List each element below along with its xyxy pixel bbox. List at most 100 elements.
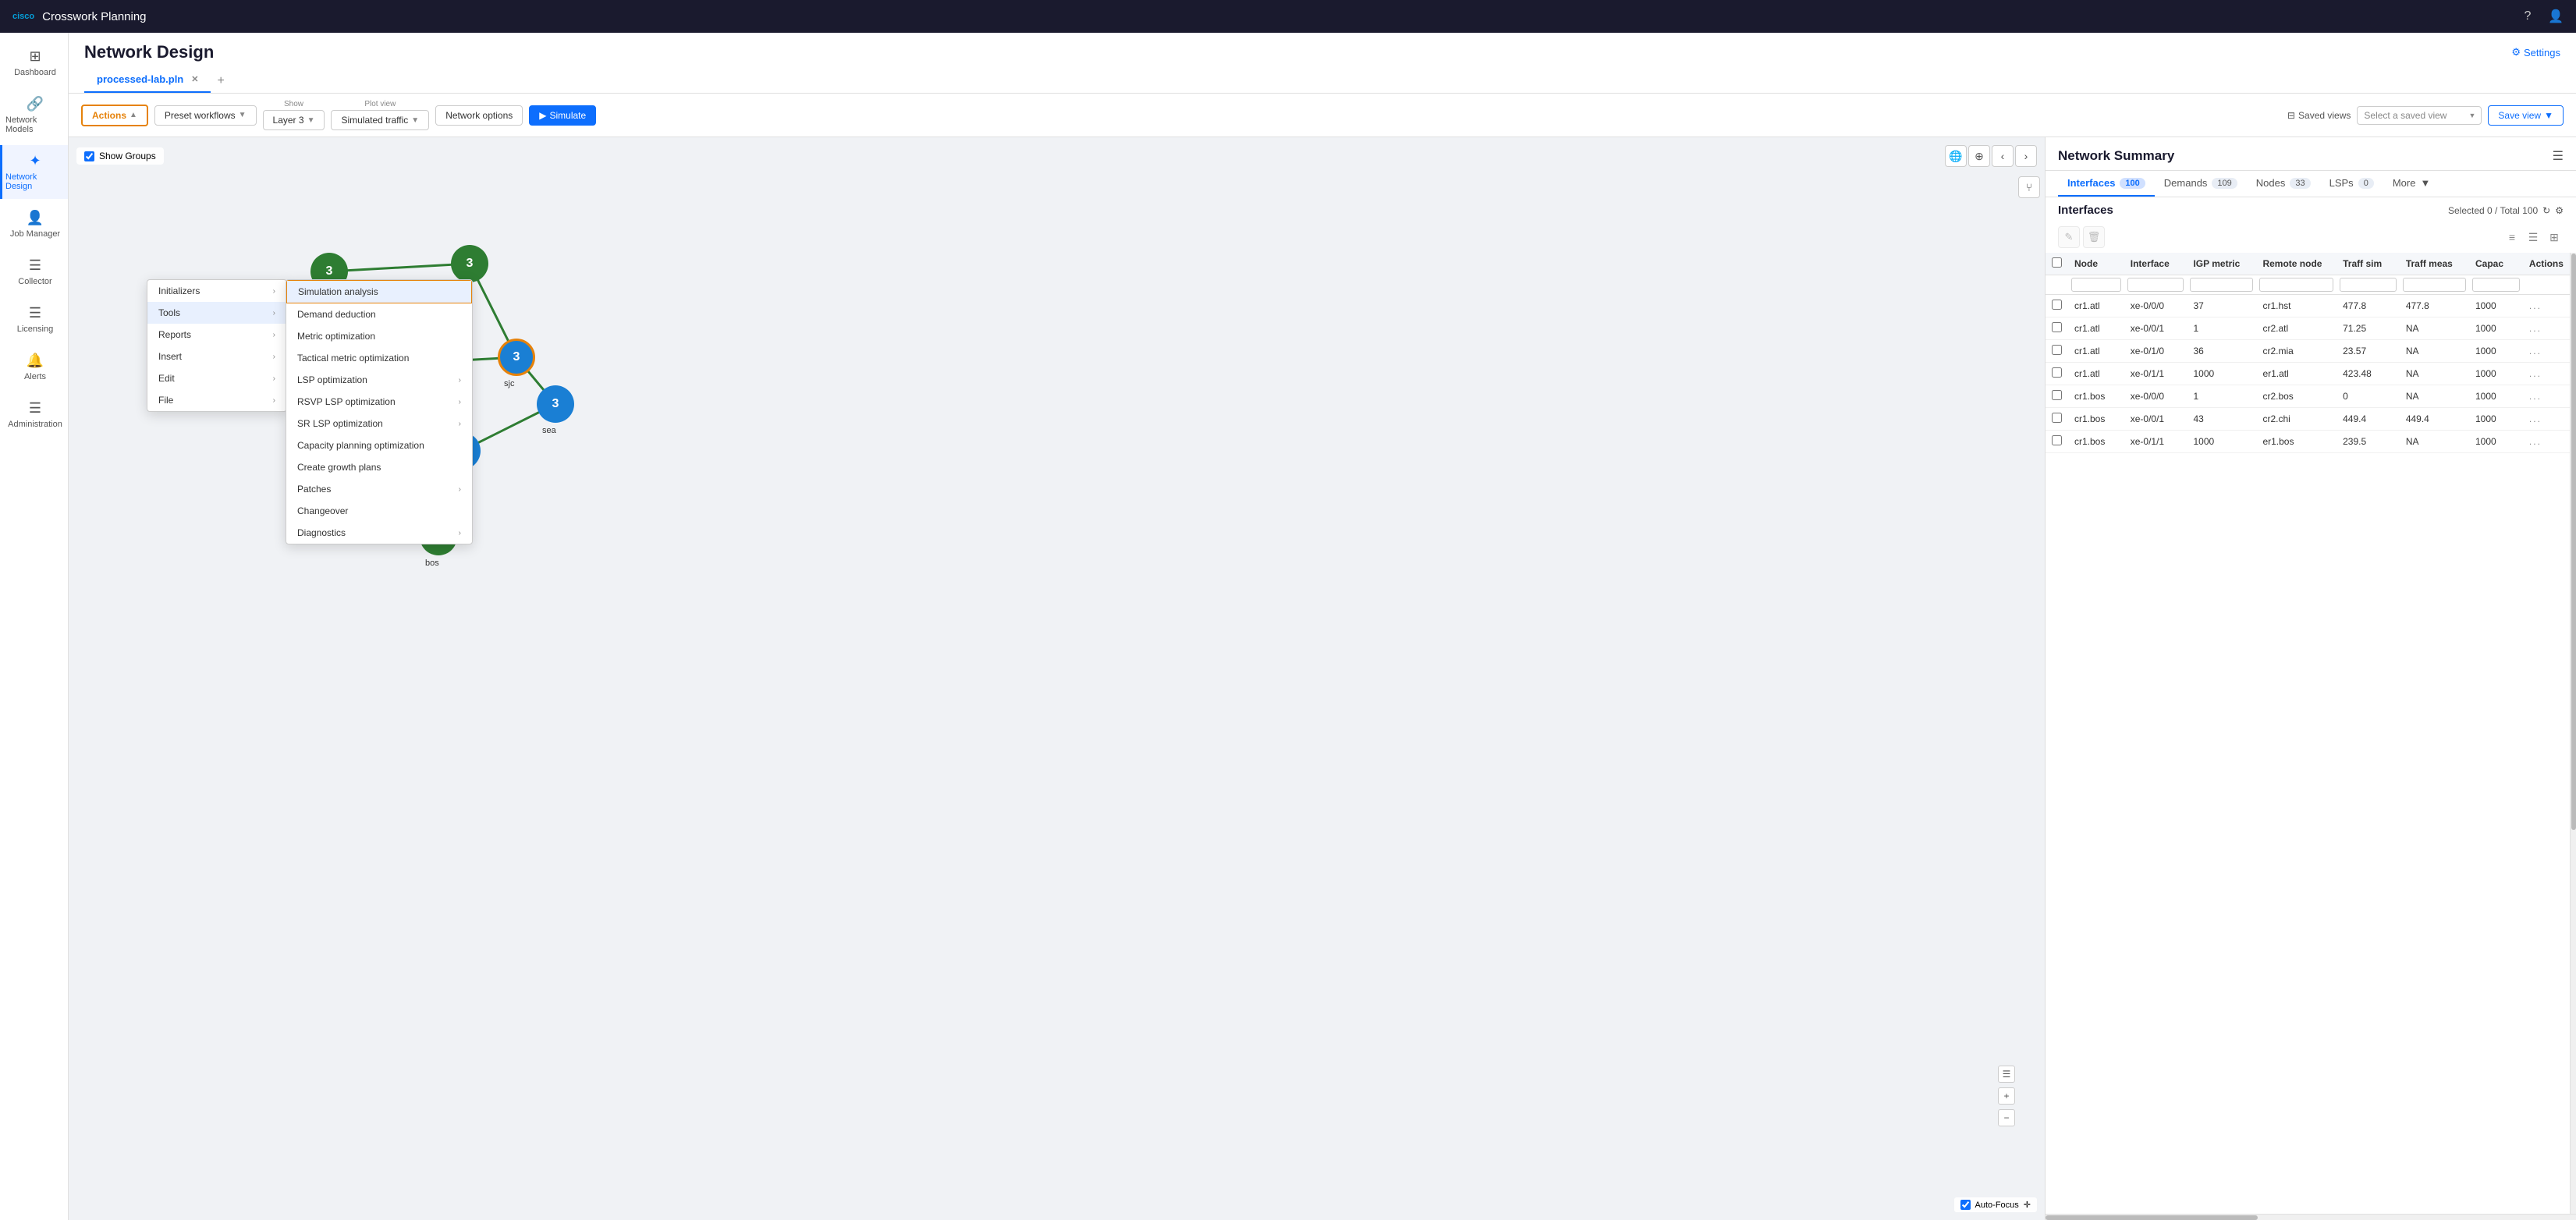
row-checkbox-1[interactable] — [2052, 322, 2062, 332]
filter-node-input[interactable] — [2071, 278, 2121, 292]
map-zoom-in-icon[interactable]: + — [1998, 1087, 2015, 1105]
filter-traff-meas-input[interactable] — [2403, 278, 2466, 292]
submenu-item-diagnostics[interactable]: Diagnostics › — [286, 522, 472, 544]
sidebar-item-administration[interactable]: ☰ Administration — [0, 392, 68, 437]
cell-actions[interactable]: ... — [2523, 431, 2570, 453]
tab-processed-lab[interactable]: processed-lab.pln ✕ — [84, 69, 211, 93]
submenu-item-changeover[interactable]: Changeover — [286, 500, 472, 522]
simulated-traffic-button[interactable]: Simulated traffic ▼ — [331, 110, 429, 130]
summary-tab-lsps[interactable]: LSPs 0 — [2320, 171, 2383, 197]
saved-views-area: ⊟ Saved views Select a saved view Save v… — [2287, 105, 2564, 126]
delete-row-button[interactable]: 🗑 — [2083, 226, 2105, 248]
show-group: Show Layer 3 ▼ — [263, 100, 325, 130]
submenu-item-create-growth-plans[interactable]: Create growth plans — [286, 456, 472, 478]
network-options-button[interactable]: Network options — [435, 105, 523, 126]
cell-actions[interactable]: ... — [2523, 408, 2570, 431]
node-lax[interactable]: 3 — [451, 245, 488, 282]
tab-add-button[interactable]: + — [211, 71, 230, 91]
row-checkbox-2[interactable] — [2052, 345, 2062, 355]
sidebar-item-network-design[interactable]: ✦ Network Design — [0, 145, 68, 199]
cell-actions[interactable]: ... — [2523, 340, 2570, 363]
edit-row-button[interactable]: ✎ — [2058, 226, 2080, 248]
menu-item-file[interactable]: File › — [147, 389, 286, 411]
row-checkbox-5[interactable] — [2052, 413, 2062, 423]
filter-view-button[interactable]: ≡ — [2503, 228, 2521, 246]
node-sea[interactable]: 3 — [537, 385, 574, 423]
menu-item-initializers[interactable]: Initializers › — [147, 280, 286, 302]
map-topology-icon[interactable]: ⊕ — [1968, 145, 1990, 167]
row-checkbox-0[interactable] — [2052, 300, 2062, 310]
horizontal-scrollbar[interactable] — [2046, 1214, 2576, 1220]
saved-views-select[interactable]: Select a saved view — [2357, 106, 2482, 125]
map-crosshair-icon[interactable]: ✛ — [2024, 1200, 2031, 1210]
vertical-scrollbar[interactable] — [2570, 253, 2576, 1214]
row-checkbox-6[interactable] — [2052, 435, 2062, 445]
submenu-item-rsvp-lsp-optimization[interactable]: RSVP LSP optimization › — [286, 391, 472, 413]
filter-interface-input[interactable] — [2127, 278, 2184, 292]
list-view-button[interactable]: ☰ — [2524, 228, 2542, 246]
cell-actions[interactable]: ... — [2523, 317, 2570, 340]
cell-actions[interactable]: ... — [2523, 363, 2570, 385]
show-groups-checkbox[interactable]: Show Groups — [76, 147, 164, 165]
select-all-checkbox[interactable] — [2052, 257, 2062, 268]
map-next-icon[interactable]: › — [2015, 145, 2037, 167]
row-checkbox-3[interactable] — [2052, 367, 2062, 378]
rsvp-lsp-arrow-icon: › — [459, 398, 461, 406]
grid-view-button[interactable]: ⊞ — [2545, 228, 2564, 246]
node-sjc[interactable]: 3 — [498, 339, 535, 376]
submenu-item-patches[interactable]: Patches › — [286, 478, 472, 500]
summary-tab-more[interactable]: More ▼ — [2383, 171, 2440, 197]
settings-button[interactable]: ⚙ Settings — [2511, 46, 2560, 59]
refresh-icon[interactable]: ↻ — [2542, 205, 2550, 216]
simulate-button[interactable]: ▶ Simulate — [529, 105, 596, 126]
submenu-item-lsp-optimization[interactable]: LSP optimization › — [286, 369, 472, 391]
summary-tab-demands[interactable]: Demands 109 — [2155, 171, 2247, 197]
filter-igp-input[interactable] — [2190, 278, 2253, 292]
map-hierarchy-icon[interactable]: ⑂ — [2018, 176, 2040, 198]
more-tab-label: More — [2393, 177, 2416, 189]
submenu-item-metric-optimization[interactable]: Metric optimization — [286, 325, 472, 347]
preset-workflows-button[interactable]: Preset workflows ▼ — [154, 105, 257, 126]
map-globe-icon[interactable]: 🌐 — [1945, 145, 1967, 167]
sidebar-item-alerts[interactable]: 🔔 Alerts — [0, 345, 68, 389]
tab-close-icon[interactable]: ✕ — [191, 74, 198, 84]
submenu-item-demand-deduction[interactable]: Demand deduction — [286, 303, 472, 325]
map-list-icon[interactable]: ☰ — [1998, 1066, 2015, 1083]
sidebar-item-network-models[interactable]: 🔗 Network Models — [0, 88, 68, 142]
menu-item-reports[interactable]: Reports › — [147, 324, 286, 346]
help-icon[interactable]: ? — [2520, 9, 2535, 24]
show-groups-input[interactable] — [84, 151, 94, 161]
summary-tab-nodes[interactable]: Nodes 33 — [2247, 171, 2320, 197]
auto-focus-checkbox[interactable] — [1960, 1200, 1971, 1210]
menu-item-insert[interactable]: Insert › — [147, 346, 286, 367]
filter-capac-input[interactable] — [2472, 278, 2520, 292]
cell-traff-sim: 449.4 — [2336, 408, 2400, 431]
user-icon[interactable]: 👤 — [2548, 9, 2564, 24]
layer3-button[interactable]: Layer 3 ▼ — [263, 110, 325, 130]
submenu-item-sr-lsp-optimization[interactable]: SR LSP optimization › — [286, 413, 472, 434]
actions-button[interactable]: Actions ▲ — [81, 105, 148, 126]
sidebar-item-collector[interactable]: ☰ Collector — [0, 250, 68, 294]
summary-tab-interfaces[interactable]: Interfaces 100 — [2058, 171, 2155, 197]
filter-traff-sim-input[interactable] — [2340, 278, 2397, 292]
table-settings-icon[interactable]: ⚙ — [2555, 205, 2564, 216]
cell-actions[interactable]: ... — [2523, 295, 2570, 317]
submenu-item-tactical-metric-optimization[interactable]: Tactical metric optimization — [286, 347, 472, 369]
menu-item-tools[interactable]: Tools › — [147, 302, 286, 324]
map-prev-icon[interactable]: ‹ — [1992, 145, 2014, 167]
cell-actions[interactable]: ... — [2523, 385, 2570, 408]
sidebar-item-job-manager[interactable]: 👤 Job Manager — [0, 202, 68, 246]
row-checkbox-4[interactable] — [2052, 390, 2062, 400]
save-view-button[interactable]: Save view ▼ — [2488, 105, 2564, 126]
horizontal-scrollbar-thumb[interactable] — [2046, 1215, 2258, 1220]
filter-remote-node-input[interactable] — [2259, 278, 2333, 292]
submenu-item-simulation-analysis[interactable]: Simulation analysis — [286, 280, 472, 303]
map-zoom-out-icon[interactable]: − — [1998, 1109, 2015, 1126]
vertical-scrollbar-thumb[interactable] — [2571, 254, 2576, 830]
menu-item-edit[interactable]: Edit › — [147, 367, 286, 389]
submenu-item-capacity-planning[interactable]: Capacity planning optimization — [286, 434, 472, 456]
interfaces-table: Node Interface IGP metric Remote node Tr… — [2046, 253, 2570, 1214]
panel-list-icon[interactable]: ☰ — [2553, 148, 2564, 164]
sidebar-item-dashboard[interactable]: ⊞ Dashboard — [0, 41, 68, 85]
sidebar-item-licensing[interactable]: ☰ Licensing — [0, 297, 68, 342]
